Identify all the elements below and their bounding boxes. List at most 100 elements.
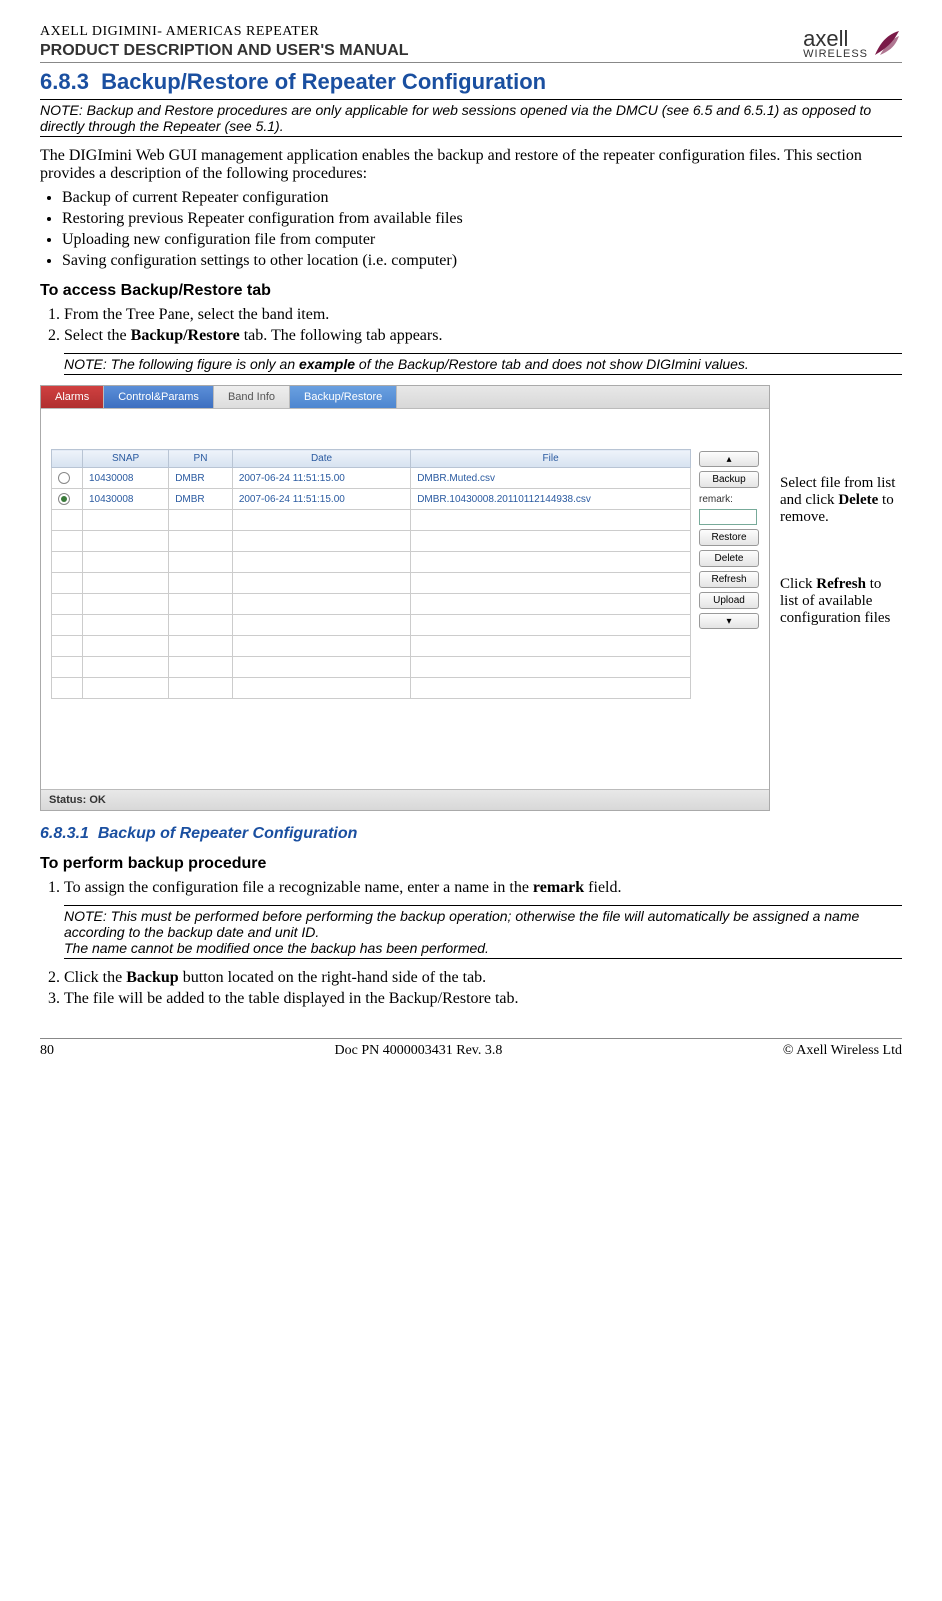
step-bold: Backup/Restore (131, 327, 240, 344)
table-row (52, 678, 691, 699)
col-date: Date (232, 450, 410, 468)
note-text: NOTE: The following figure is only an (64, 356, 299, 372)
table-row (52, 510, 691, 531)
page-footer: 80 Doc PN 4000003431 Rev. 3.8 © Axell Wi… (40, 1038, 902, 1059)
annotation-column: Select file from list and click Delete t… (780, 385, 900, 627)
table-row[interactable]: 10430008 DMBR 2007-06-24 11:51:15.00 DMB… (52, 468, 691, 489)
perform-step-1: To assign the configuration file a recog… (64, 879, 902, 897)
cell-file: DMBR.Muted.csv (411, 468, 691, 489)
note-example: NOTE: The following figure is only an ex… (64, 353, 902, 375)
step-text: Click the (64, 969, 126, 986)
perform-step-2: Click the Backup button located on the r… (64, 969, 902, 987)
note-applicability: NOTE: Backup and Restore procedures are … (40, 99, 902, 137)
step-text: field. (584, 879, 621, 896)
cell-file: DMBR.10430008.20110112144938.csv (411, 489, 691, 510)
bullet-item: Uploading new configuration file from co… (62, 231, 902, 249)
screenshot-panel: Alarms Control&Params Band Info Backup/R… (40, 385, 770, 811)
table-row (52, 552, 691, 573)
cell-snap: 10430008 (83, 489, 169, 510)
header-doc-title: PRODUCT DESCRIPTION AND USER'S MANUAL (40, 42, 409, 60)
anno-text: Click (780, 576, 816, 592)
tab-backup-restore[interactable]: Backup/Restore (290, 386, 397, 408)
col-pn: PN (169, 450, 233, 468)
perform-steps-cont: Click the Backup button located on the r… (40, 969, 902, 1008)
bullet-item: Backup of current Repeater configuration (62, 189, 902, 207)
logo: axell WIRELESS (803, 26, 902, 60)
scroll-up-icon[interactable]: ▴ (699, 451, 759, 467)
annotation-refresh: Click Refresh to list of available confi… (780, 576, 900, 627)
note-text: of the Backup/Restore tab and does not s… (355, 356, 749, 372)
cell-pn: DMBR (169, 468, 233, 489)
tab-control-params[interactable]: Control&Params (104, 386, 214, 408)
procedure-bullets: Backup of current Repeater configuration… (40, 189, 902, 270)
header-text-block: AXELL DIGIMINI- AMERICAS REPEATER PRODUC… (40, 24, 409, 60)
anno-bold: Refresh (816, 576, 866, 592)
subsection-heading: 6.8.3.1 Backup of Repeater Configuration (40, 825, 902, 843)
status-bar: Status: OK (41, 789, 769, 810)
table-row (52, 573, 691, 594)
access-steps: From the Tree Pane, select the band item… (40, 306, 902, 345)
tab-bar: Alarms Control&Params Band Info Backup/R… (41, 386, 769, 409)
access-step-2: Select the Backup/Restore tab. The follo… (64, 327, 902, 345)
access-step-1: From the Tree Pane, select the band item… (64, 306, 902, 324)
step-bold: Backup (126, 969, 178, 986)
note-bold: example (299, 356, 355, 372)
table-row (52, 594, 691, 615)
cell-pn: DMBR (169, 489, 233, 510)
remark-label: remark: (699, 494, 759, 505)
step-bold: remark (533, 879, 584, 896)
cell-date: 2007-06-24 11:51:15.00 (232, 489, 410, 510)
tab-alarms[interactable]: Alarms (41, 386, 104, 408)
perform-step-3: The file will be added to the table disp… (64, 990, 902, 1008)
config-table-wrap: SNAP PN Date File 10430008 DMBR 2007-06-… (51, 449, 691, 699)
col-file: File (411, 450, 691, 468)
cell-snap: 10430008 (83, 468, 169, 489)
section-heading: 6.8.3 Backup/Restore of Repeater Configu… (40, 69, 902, 95)
header-product-line: AXELL DIGIMINI- AMERICAS REPEATER (40, 24, 409, 40)
page-header: AXELL DIGIMINI- AMERICAS REPEATER PRODUC… (40, 24, 902, 63)
refresh-button[interactable]: Refresh (699, 571, 759, 588)
row-radio[interactable] (58, 472, 70, 484)
table-row (52, 636, 691, 657)
table-row[interactable]: 10430008 DMBR 2007-06-24 11:51:15.00 DMB… (52, 489, 691, 510)
anno-bold: Delete (838, 492, 878, 508)
section-title: Backup/Restore of Repeater Configuration (101, 69, 546, 94)
footer-page: 80 (40, 1043, 54, 1059)
button-column: ▴ Backup remark: Restore Delete Refresh … (699, 449, 759, 699)
section-number: 6.8.3 (40, 69, 89, 94)
footer-copyright: © Axell Wireless Ltd (783, 1043, 902, 1059)
table-header-row: SNAP PN Date File (52, 450, 691, 468)
step-text: tab. The following tab appears. (240, 327, 443, 344)
intro-paragraph: The DIGImini Web GUI management applicat… (40, 147, 902, 183)
bullet-item: Saving configuration settings to other l… (62, 252, 902, 270)
delete-button[interactable]: Delete (699, 550, 759, 567)
footer-doc: Doc PN 4000003431 Rev. 3.8 (335, 1043, 503, 1059)
subsection-title: Backup of Repeater Configuration (98, 825, 358, 842)
annotation-delete: Select file from list and click Delete t… (780, 475, 900, 526)
logo-subtext: WIRELESS (803, 48, 868, 60)
subsection-number: 6.8.3.1 (40, 825, 89, 842)
step-text: Select the (64, 327, 131, 344)
cell-date: 2007-06-24 11:51:15.00 (232, 468, 410, 489)
upload-button[interactable]: Upload (699, 592, 759, 609)
restore-button[interactable]: Restore (699, 529, 759, 546)
backup-button[interactable]: Backup (699, 471, 759, 488)
perform-steps: To assign the configuration file a recog… (40, 879, 902, 897)
step-text: button located on the right-hand side of… (179, 969, 486, 986)
note-remark-name: NOTE: This must be performed before perf… (64, 905, 902, 959)
table-row (52, 531, 691, 552)
scroll-down-icon[interactable]: ▾ (699, 613, 759, 629)
col-snap: SNAP (83, 450, 169, 468)
table-row (52, 657, 691, 678)
figure-with-annotations: Alarms Control&Params Band Info Backup/R… (40, 385, 902, 811)
row-radio[interactable] (58, 493, 70, 505)
perform-heading: To perform backup procedure (40, 855, 902, 873)
tab-band-info[interactable]: Band Info (214, 386, 290, 408)
access-heading: To access Backup/Restore tab (40, 282, 902, 300)
step-text: To assign the configuration file a recog… (64, 879, 533, 896)
config-table: SNAP PN Date File 10430008 DMBR 2007-06-… (51, 449, 691, 699)
bullet-item: Restoring previous Repeater configuratio… (62, 210, 902, 228)
remark-input[interactable] (699, 509, 757, 525)
table-row (52, 615, 691, 636)
logo-swirl-icon (872, 28, 902, 58)
